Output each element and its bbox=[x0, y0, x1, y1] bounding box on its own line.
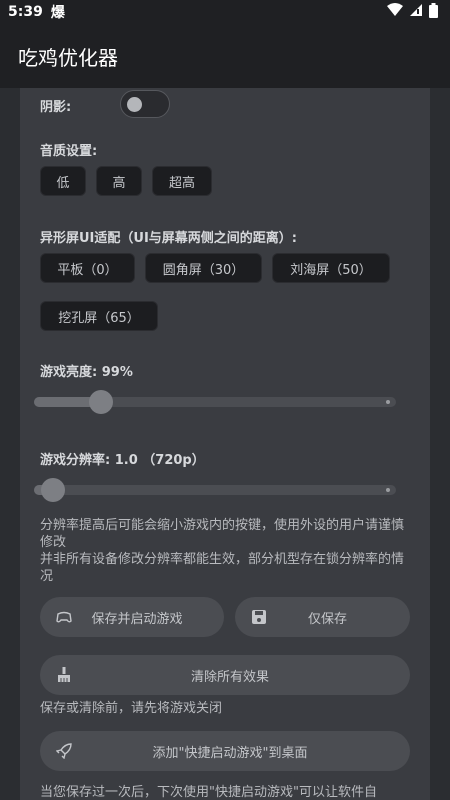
add-shortcut-button[interactable]: 添加"快捷启动游戏"到桌面 bbox=[40, 731, 410, 771]
resolution-label: 游戏分辨率: 1.0 （720p） bbox=[40, 453, 205, 468]
audio-option-high[interactable]: 高 bbox=[96, 166, 142, 196]
shadow-label: 阴影: bbox=[40, 100, 72, 115]
app-bar: 吃鸡优化器 bbox=[0, 24, 450, 88]
notch-option-punchhole[interactable]: 挖孔屏（65） bbox=[40, 301, 158, 331]
footer-text: 当您保存过一次后，下次使用"快捷启动游戏"可以让软件自 bbox=[40, 785, 377, 800]
audio-label: 音质设置: bbox=[40, 144, 98, 159]
resolution-note: 分辨率提高后可能会缩小游戏内的按键，使用外设的用户请谨慎修改 并非所有设备修改分… bbox=[40, 517, 412, 585]
signal-icon bbox=[409, 3, 423, 21]
note-line-2: 并非所有设备修改分辨率都能生效，部分机型存在锁分辨率的情况 bbox=[40, 552, 405, 584]
shadow-toggle[interactable] bbox=[120, 90, 170, 118]
slider-thumb[interactable] bbox=[41, 478, 66, 502]
broom-icon bbox=[56, 667, 72, 683]
battery-icon bbox=[429, 2, 438, 22]
rocket-icon bbox=[55, 743, 72, 760]
brightness-label: 游戏亮度: 99% bbox=[40, 365, 133, 380]
settings-card: 阴影: 音质设置: 低 高 超高 异形屏UI适配（UI与屏幕两侧之间的距离）: … bbox=[20, 88, 430, 800]
shadow-row: 阴影: bbox=[40, 88, 240, 122]
save-and-launch-button[interactable]: 保存并启动游戏 bbox=[40, 597, 224, 637]
gamepad-icon bbox=[56, 609, 72, 625]
notch-option-rounded[interactable]: 圆角屏（30） bbox=[145, 253, 262, 283]
save-icon bbox=[251, 609, 267, 625]
note-line-1: 分辨率提高后可能会缩小游戏内的按键，使用外设的用户请谨慎修改 bbox=[40, 518, 405, 550]
status-bar: 5:39 爆 bbox=[0, 0, 450, 24]
notch-option-tablet[interactable]: 平板（0） bbox=[40, 253, 135, 283]
notification-icon: 爆 bbox=[50, 5, 65, 21]
close-game-hint: 保存或清除前，请先将游戏关闭 bbox=[40, 701, 223, 716]
toggle-knob bbox=[127, 97, 142, 112]
resolution-slider[interactable] bbox=[34, 478, 396, 502]
audio-option-ultra[interactable]: 超高 bbox=[152, 166, 212, 196]
notch-option-notch[interactable]: 刘海屏（50） bbox=[272, 253, 390, 283]
clear-all-button[interactable]: 清除所有效果 bbox=[40, 655, 410, 695]
slider-end-dot bbox=[386, 488, 390, 492]
clear-all-label: 清除所有效果 bbox=[190, 669, 269, 685]
audio-option-low[interactable]: 低 bbox=[40, 166, 86, 196]
slider-thumb[interactable] bbox=[89, 390, 114, 414]
notch-label: 异形屏UI适配（UI与屏幕两侧之间的距离）: bbox=[40, 231, 297, 246]
brightness-slider[interactable] bbox=[34, 390, 396, 414]
slider-end-dot bbox=[386, 400, 390, 404]
add-shortcut-label: 添加"快捷启动游戏"到桌面 bbox=[152, 745, 308, 761]
status-time: 5:39 bbox=[8, 4, 43, 20]
app-title: 吃鸡优化器 bbox=[18, 45, 118, 70]
wifi-icon bbox=[387, 3, 403, 21]
save-only-button[interactable]: 仅保存 bbox=[235, 597, 410, 637]
